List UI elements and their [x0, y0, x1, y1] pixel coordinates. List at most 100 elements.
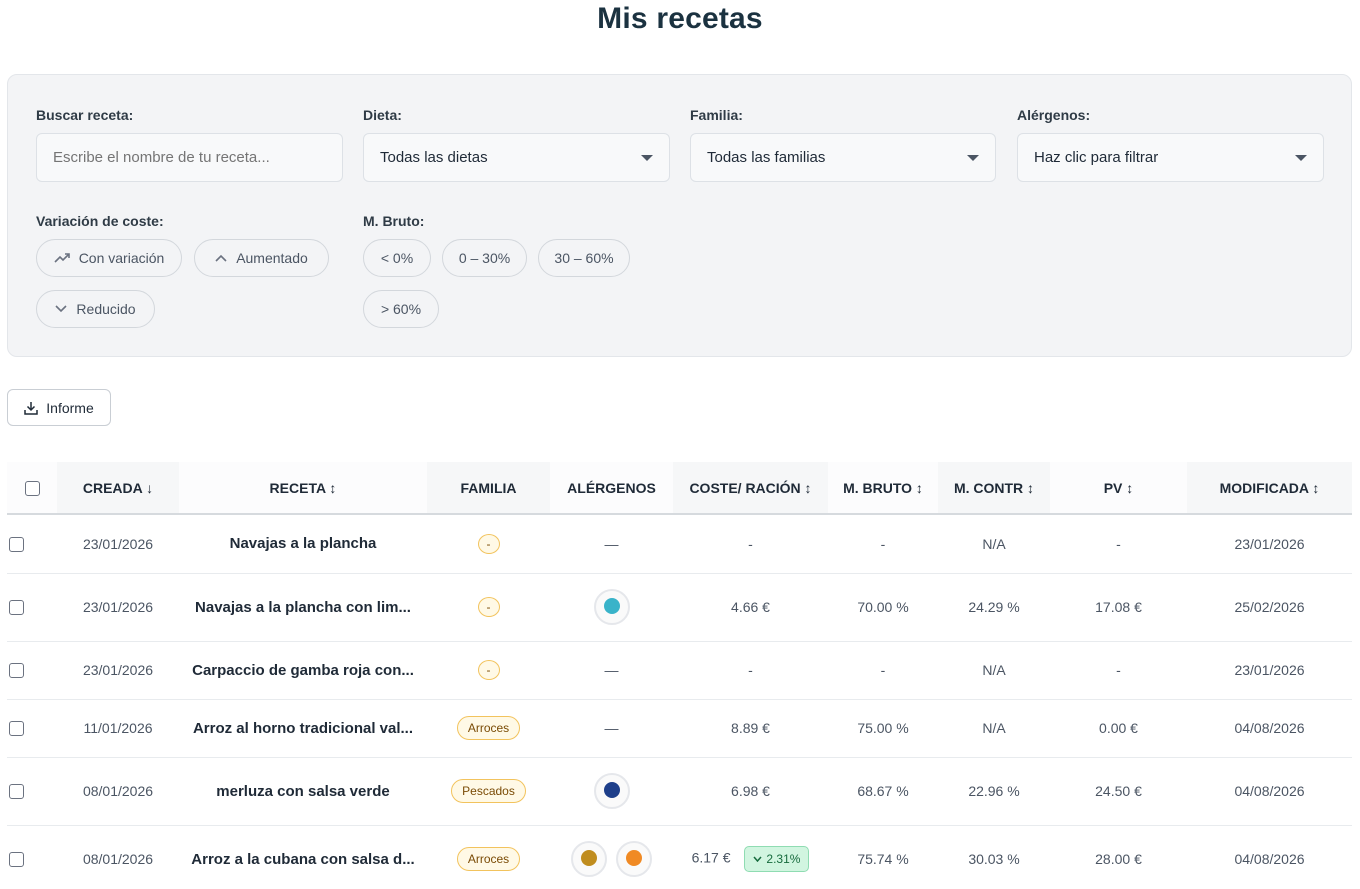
cell-contr: 22.96 %: [938, 757, 1050, 826]
cell-contr: N/A: [938, 699, 1050, 758]
allergens-label: Alérgenos:: [1017, 107, 1091, 123]
family-badge: -: [477, 533, 500, 554]
allergens-select-value: Haz clic para filtrar: [1034, 149, 1159, 166]
family-label: Familia:: [690, 107, 743, 123]
chip-label: 0 – 30%: [458, 250, 511, 266]
chip-margin-30-60[interactable]: 30 – 60%: [538, 239, 630, 277]
chip-label: Reducido: [76, 301, 136, 317]
chip-margin-0-30[interactable]: 0 – 30%: [442, 239, 527, 277]
chip-margin-negative[interactable]: < 0%: [363, 239, 431, 277]
header-created[interactable]: CREADA ↓: [57, 462, 179, 514]
cell-cost: 4.66 €: [673, 573, 828, 642]
chip-reducido[interactable]: Reducido: [36, 290, 155, 328]
cell-allergens: [550, 757, 673, 826]
cell-gross: 75.74 %: [828, 825, 938, 889]
chip-margin-over-60[interactable]: > 60%: [363, 290, 439, 328]
table-header-row: CREADA ↓ RECETA ↕ FAMILIA ALÉRGENOS COST…: [7, 462, 1352, 514]
cell-allergens: [550, 573, 673, 642]
row-checkbox-cell: [7, 757, 57, 826]
row-checkbox[interactable]: [9, 537, 24, 553]
row-checkbox-cell: [7, 825, 57, 889]
chevron-down-icon: [641, 154, 653, 161]
cell-created: 23/01/2026: [57, 573, 179, 642]
header-modified[interactable]: MODIFICADA ↕: [1187, 462, 1352, 514]
header-cost[interactable]: COSTE/ RACIÓN ↕: [673, 462, 828, 514]
cell-gross: 75.00 %: [828, 699, 938, 758]
fish-allergen-icon: [593, 773, 630, 809]
recipe-name-link[interactable]: Navajas a la plancha: [179, 514, 427, 574]
cell-created: 08/01/2026: [57, 757, 179, 826]
cell-gross: -: [828, 641, 938, 700]
recipe-name-link[interactable]: Arroz a la cubana con salsa d...: [179, 825, 427, 889]
table-row[interactable]: 11/01/2026 Arroz al horno tradicional va…: [7, 699, 1352, 758]
row-checkbox-cell: [7, 514, 57, 574]
report-label: Informe: [46, 399, 94, 416]
cell-cost: 8.89 €: [673, 699, 828, 758]
recipe-name-link[interactable]: Carpaccio de gamba roja con...: [179, 641, 427, 700]
diet-select-value: Todas las dietas: [380, 149, 488, 166]
row-checkbox[interactable]: [9, 663, 24, 679]
header-gross[interactable]: M. BRUTO ↕: [828, 462, 938, 514]
row-checkbox[interactable]: [9, 721, 24, 737]
cell-cost: -: [673, 641, 828, 700]
gross-margin-label: M. Bruto:: [363, 213, 425, 229]
table-row[interactable]: 23/01/2026 Navajas a la plancha - — - - …: [7, 514, 1352, 574]
chevron-down-icon: [55, 305, 67, 313]
row-checkbox-cell: [7, 573, 57, 642]
cell-family: Pescados: [427, 757, 550, 826]
cell-contr: 30.03 %: [938, 825, 1050, 889]
cell-pv: -: [1050, 514, 1187, 574]
cell-modified: 04/08/2026: [1187, 699, 1352, 758]
cell-allergens: —: [550, 699, 673, 758]
cell-family: -: [427, 641, 550, 700]
cell-created: 23/01/2026: [57, 641, 179, 700]
header-contr[interactable]: M. CONTR ↕: [938, 462, 1050, 514]
recipe-name-link[interactable]: Navajas a la plancha con lim...: [179, 573, 427, 642]
mollusc-allergen-icon: [593, 589, 630, 625]
recipes-table: CREADA ↓ RECETA ↕ FAMILIA ALÉRGENOS COST…: [7, 462, 1352, 889]
cell-allergens: [550, 825, 673, 889]
egg-allergen-icon: [616, 841, 653, 877]
cell-family: -: [427, 573, 550, 642]
recipe-name-link[interactable]: Arroz al horno tradicional val...: [179, 699, 427, 758]
table-row[interactable]: 08/01/2026 merluza con salsa verde Pesca…: [7, 757, 1352, 826]
filters-panel: Buscar receta: Dieta: Todas las dietas F…: [7, 74, 1352, 357]
recipe-name-link[interactable]: merluza con salsa verde: [179, 757, 427, 826]
family-badge: Pescados: [451, 779, 526, 803]
select-all-checkbox[interactable]: [24, 480, 40, 496]
chip-label: < 0%: [380, 250, 414, 266]
diet-select[interactable]: Todas las dietas: [363, 133, 670, 182]
table-row[interactable]: 23/01/2026 Navajas a la plancha con lim.…: [7, 573, 1352, 642]
cell-created: 23/01/2026: [57, 514, 179, 574]
chip-label: > 60%: [380, 301, 422, 317]
cell-cost: 6.17 € 2.31%: [673, 825, 828, 889]
variation-value: 2.31%: [766, 852, 801, 866]
chevron-down-icon: [753, 856, 762, 862]
allergens-select[interactable]: Haz clic para filtrar: [1017, 133, 1324, 182]
cell-contr: N/A: [938, 641, 1050, 700]
chevron-up-icon: [215, 254, 227, 262]
search-label: Buscar receta:: [36, 107, 134, 123]
chip-con-variacion[interactable]: Con variación: [36, 239, 182, 277]
chip-aumentado[interactable]: Aumentado: [194, 239, 329, 277]
select-all-cell: [7, 462, 57, 514]
family-select[interactable]: Todas las familias: [690, 133, 996, 182]
family-select-value: Todas las familias: [707, 149, 826, 166]
row-checkbox-cell: [7, 641, 57, 700]
row-checkbox[interactable]: [9, 784, 24, 800]
report-button[interactable]: Informe: [7, 389, 111, 426]
table-row[interactable]: 08/01/2026 Arroz a la cubana con salsa d…: [7, 825, 1352, 889]
row-checkbox[interactable]: [9, 852, 24, 868]
chip-label: Aumentado: [236, 250, 308, 266]
download-icon: [24, 401, 39, 415]
chevron-down-icon: [1295, 154, 1307, 161]
table-row[interactable]: 23/01/2026 Carpaccio de gamba roja con..…: [7, 641, 1352, 700]
search-input[interactable]: [36, 133, 343, 182]
cell-pv: 17.08 €: [1050, 573, 1187, 642]
header-recipe[interactable]: RECETA ↕: [179, 462, 427, 514]
row-checkbox[interactable]: [9, 600, 24, 616]
cell-gross: -: [828, 514, 938, 574]
header-pv[interactable]: PV ↕: [1050, 462, 1187, 514]
chip-label: Con variación: [78, 250, 165, 266]
cell-pv: 0.00 €: [1050, 699, 1187, 758]
